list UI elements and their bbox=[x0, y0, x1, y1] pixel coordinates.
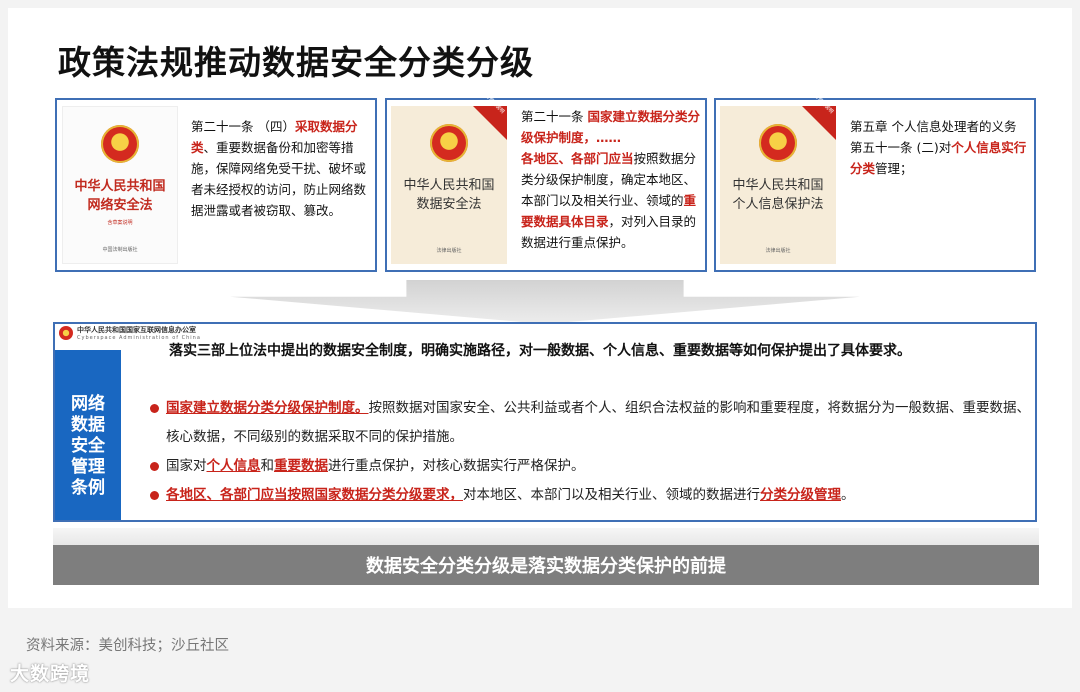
bullet-dot-icon bbox=[150, 491, 159, 500]
regulation-bullets: 国家建立数据分类分级保护制度。按照数据对国家安全、公共利益或者个人、组织合法权益… bbox=[150, 394, 1030, 510]
national-emblem-icon bbox=[430, 124, 468, 162]
regulation-side-label: 网络 数据 安全 管理 条例 bbox=[71, 394, 105, 498]
conclusion-banner: 数据安全分类分级是落实数据分类保护的前提 bbox=[53, 545, 1039, 585]
national-emblem-icon bbox=[759, 124, 797, 162]
cover-title-line1: 中华人民共和国 bbox=[732, 178, 824, 193]
cover-title-line2: 网络安全法 bbox=[87, 198, 153, 213]
cover-subtitle: 含草案说明 bbox=[107, 220, 133, 226]
bullet-item: 各地区、各部门应当按照国家数据分类分级要求，对本地区、本部门以及相关行业、领域的… bbox=[150, 481, 1030, 510]
national-emblem-icon bbox=[59, 326, 73, 340]
bullet-dot-icon bbox=[150, 462, 159, 471]
cover-title-line2: 数据安全法 bbox=[416, 197, 482, 212]
law-excerpt-personal-info: 第五章 个人信息处理者的义务 第五十一条 (二)对个人信息实行分类管理； bbox=[850, 119, 1027, 176]
law-card-personal-info: 附草案说明 中华人民共和国 个人信息保护法 法律出版社 第五章 个人信息处理者的… bbox=[714, 93, 1036, 272]
cover-title-line2: 个人信息保护法 bbox=[732, 197, 824, 212]
cover-publisher: 法律出版社 bbox=[765, 248, 791, 254]
cover-publisher: 中国法制出版社 bbox=[102, 247, 138, 253]
source-note: 资料来源：美创科技；沙丘社区 bbox=[26, 638, 229, 654]
cover-publisher: 法律出版社 bbox=[436, 248, 462, 254]
cac-name-cn: 中华人民共和国国家互联网信息办公室 bbox=[77, 326, 196, 334]
page-title: 政策法规推动数据安全分类分级 bbox=[58, 43, 534, 82]
law-card-data-security: 附草案说明 中华人民共和国 数据安全法 法律出版社 第二十一条 国家建立数据分类… bbox=[385, 93, 707, 272]
book-cover-data-security-law: 附草案说明 中华人民共和国 数据安全法 法律出版社 bbox=[391, 93, 507, 264]
cover-title-line1: 中华人民共和国 bbox=[74, 179, 166, 194]
law-excerpt-data-security: 第二十一条 国家建立数据分类分级保护制度，…… 各地区、各部门应当按照数据分类分… bbox=[521, 109, 700, 250]
law-card-cybersecurity: 中华人民共和国 网络安全法 含草案说明 中国法制出版社 第二十一条 （四）采取数… bbox=[55, 98, 377, 272]
cover-title-line1: 中华人民共和国 bbox=[403, 178, 495, 193]
regulation-box: 中华人民共和国国家互联网信息办公室 Cyberspace Administrat… bbox=[53, 322, 1037, 522]
book-cover-cybersecurity-law: 中华人民共和国 网络安全法 含草案说明 中国法制出版社 bbox=[62, 106, 178, 264]
bullet-dot-icon bbox=[150, 404, 159, 413]
bullet-item: 国家建立数据分类分级保护制度。按照数据对国家安全、公共利益或者个人、组织合法权益… bbox=[150, 394, 1030, 452]
law-excerpt-cybersecurity: 第二十一条 （四）采取数据分类、重要数据备份和加密等措施，保障网络免受干扰、破坏… bbox=[191, 119, 367, 218]
regulation-intro: 落实三部上位法中提出的数据安全制度，明确实施路径，对一般数据、个人信息、重要数据… bbox=[169, 343, 911, 359]
bullet-item: 国家对个人信息和重要数据进行重点保护，对核心数据实行严格保护。 bbox=[150, 452, 1030, 481]
regulation-side-bar: 网络 数据 安全 管理 条例 bbox=[55, 350, 121, 520]
watermark-logo: 大数跨境 bbox=[10, 663, 91, 685]
national-emblem-icon bbox=[101, 125, 139, 163]
book-cover-personal-info-law: 附草案说明 中华人民共和国 个人信息保护法 法律出版社 bbox=[720, 93, 836, 264]
